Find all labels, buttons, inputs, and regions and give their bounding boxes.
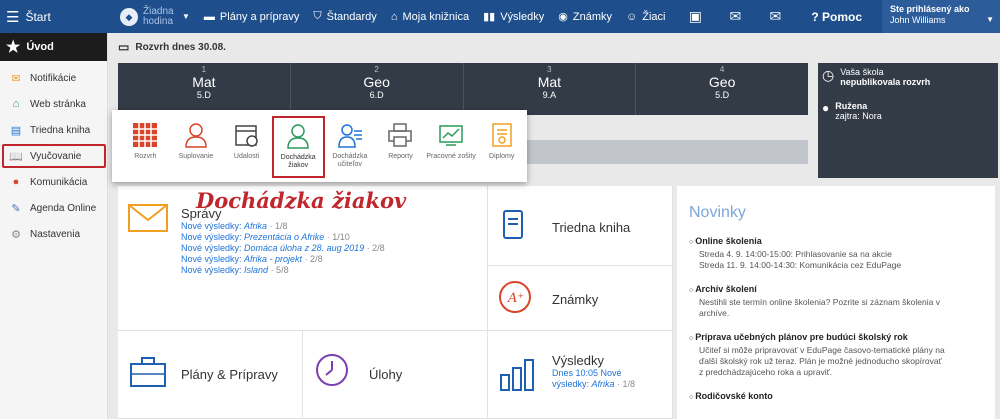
clock-icon — [316, 354, 348, 386]
briefcase-icon — [130, 357, 166, 387]
highlight-box — [2, 144, 106, 168]
callout-annotation: Dochádzka žiakov — [196, 188, 407, 213]
chevron-down-icon: ▼ — [986, 15, 994, 24]
top-navbar: ☰ Štart ◆ Žiadna hodina ▼ ▬ Plány a prípr… — [0, 0, 1000, 33]
help-button[interactable]: ? Pomoc — [811, 10, 862, 24]
substitute-person-icon — [185, 123, 207, 148]
chart-board-icon — [439, 125, 463, 146]
chat-icon[interactable]: ✉ — [715, 8, 755, 25]
popup-item-events[interactable]: Udalosti — [221, 110, 272, 182]
sidebar-item-home[interactable]: ★ Úvod — [0, 33, 107, 61]
nav-standards[interactable]: ⛉ Štandardy — [313, 10, 376, 23]
schedule-strip: 1 Mat 5.D 2 Geo 6.D 3 Mat 9.A 4 Geo 5.D — [118, 63, 808, 115]
teacher-person-icon — [338, 124, 362, 148]
envelope-icon — [128, 204, 168, 232]
news-panel: Novinky Online školeniaStreda 4. 9. 14:0… — [677, 186, 995, 419]
schedule-lesson[interactable]: 4 Geo 5.D — [636, 63, 808, 115]
students-icon: ☺ — [625, 10, 638, 23]
screen-icon[interactable]: ▣ — [675, 8, 715, 25]
schedule-lesson[interactable]: 2 Geo 6.D — [291, 63, 464, 115]
sidebar-item-notifications[interactable]: ✉ Notifikácie — [0, 65, 107, 91]
teaching-popup-menu: Rozvrh Suplovanie Udalosti Dochádzka žia… — [112, 110, 527, 182]
result-link[interactable]: Nové výsledky: Afrika · 1/8 — [181, 221, 385, 232]
popup-item-timetable[interactable]: Rozvrh — [120, 110, 171, 182]
news-item[interactable]: Online školeniaStreda 4. 9. 14:00-15:00:… — [689, 236, 983, 271]
schedule-lesson[interactable]: 1 Mat 5.D — [118, 63, 291, 115]
library-icon: ⌂ — [390, 10, 398, 23]
schedule-side-panel: ◷ Vaša škola nepublikovala rozvrh ● Ružena z… — [818, 63, 998, 178]
pencil-icon: ✎ — [11, 202, 21, 215]
calendar-icon: ▭ — [118, 40, 130, 54]
bar-chart-icon: ▮▮ — [483, 11, 496, 23]
nav-grades[interactable]: ◉ Známky — [558, 10, 612, 24]
sidebar-item-communication[interactable]: ● Komunikácia — [0, 169, 107, 195]
sidebar: ★ Úvod ✉ Notifikácie ⌂ Web stránka ▤ Triedn… — [0, 33, 108, 419]
sidebar-item-settings[interactable]: ⚙ Nastavenia — [0, 221, 107, 247]
gear-icon: ⚙ — [11, 228, 21, 241]
tile-classbook[interactable]: Triedna kniha — [488, 186, 673, 266]
popup-item-teacher-attendance[interactable]: Dochádzka učiteľov — [325, 110, 376, 182]
book-icon: ▤ — [10, 124, 22, 137]
lesson-selector[interactable]: ◆ Žiadna hodina ▼ — [120, 5, 190, 27]
popup-item-student-attendance[interactable]: Dochádzka žiakov — [271, 116, 325, 178]
schedule-heading: ▭ Rozvrh dnes 30.08. — [118, 40, 226, 54]
result-link[interactable]: výsledky: Afrika · 1/8 — [552, 379, 635, 390]
star-icon: ★ — [6, 39, 21, 56]
nav-plans[interactable]: ▬ Plány a prípravy — [204, 11, 299, 23]
sidebar-item-website[interactable]: ⌂ Web stránka — [0, 91, 107, 117]
chat-bubbles-icon: ● — [12, 176, 20, 188]
clock-icon: ◷ — [822, 67, 835, 83]
student-person-icon — [287, 124, 309, 149]
nav-library[interactable]: ⌂ Moja knižnica — [391, 11, 469, 23]
shield-icon: ⛉ — [313, 10, 322, 22]
schedule-lesson[interactable]: 3 Mat 9.A — [464, 63, 637, 115]
mail-icon[interactable]: ✉ — [755, 8, 795, 25]
nav-students[interactable]: ☺ Žiaci — [626, 11, 665, 23]
calendar-clock-icon — [234, 125, 258, 147]
person-icon: ● — [822, 101, 830, 115]
hamburger-icon: ☰ — [6, 8, 20, 26]
nav-results[interactable]: ▮▮ Výsledky — [483, 10, 544, 24]
sidebar-item-teaching[interactable]: 📖 Vyučovanie — [0, 143, 107, 169]
dashboard-tiles: Správy Nové výsledky: Afrika · 1/8 Nové … — [118, 186, 673, 419]
result-link[interactable]: Nové výsledky: Island · 5/8 — [181, 265, 385, 276]
printer-icon — [388, 123, 413, 147]
result-link[interactable]: Nové výsledky: Domáca úloha z 28. aug 20… — [181, 243, 385, 254]
grade-badge-icon: ◉ — [558, 11, 568, 23]
news-item[interactable]: Príprava učebných plánov pre budúci škol… — [689, 332, 983, 378]
tile-tasks[interactable]: Úlohy — [303, 331, 488, 419]
news-item[interactable]: Archív školeníNestihli ste termín online… — [689, 284, 983, 319]
start-menu-button[interactable]: ☰ Štart — [0, 0, 112, 33]
svg-text:A⁺: A⁺ — [507, 291, 524, 306]
diploma-icon — [491, 123, 512, 147]
grade-badge-icon: A⁺ — [499, 281, 531, 313]
tile-results[interactable]: Výsledky Dnes 10:05 Nové výsledky: Afrik… — [488, 331, 673, 419]
popup-item-workbooks[interactable]: Pracovné zošity — [426, 110, 477, 182]
popup-item-diplomas[interactable]: Diplomy — [476, 110, 527, 182]
bar-chart-icon — [500, 359, 534, 391]
result-link[interactable]: Nové výsledky: Afrika - projekt · 2/8 — [181, 254, 385, 265]
sidebar-item-agenda[interactable]: ✎ Agenda Online — [0, 195, 107, 221]
folder-icon: ▬ — [203, 10, 215, 23]
timetable-grid-icon — [133, 123, 158, 147]
home-icon: ⌂ — [12, 98, 20, 110]
notebook-icon — [503, 210, 523, 239]
sidebar-item-classbook[interactable]: ▤ Triedna kniha — [0, 117, 107, 143]
tile-plans[interactable]: Plány & Prípravy — [118, 331, 303, 419]
result-link[interactable]: Nové výsledky: Prezentácia o Afrike · 1/… — [181, 232, 385, 243]
news-item[interactable]: Rodičovské konto — [689, 391, 983, 401]
chevron-down-icon: ▼ — [182, 11, 190, 21]
user-menu[interactable]: Ste prihlásený ako John Williams ▼ — [882, 0, 1000, 33]
envelope-icon: ✉ — [11, 72, 21, 85]
graduation-cap-icon: ◆ — [120, 7, 138, 26]
lesson-selector-label: Žiadna hodina — [143, 5, 174, 27]
tile-grades[interactable]: A⁺ Známky — [488, 266, 673, 331]
popup-item-reports[interactable]: Reporty — [375, 110, 426, 182]
news-title: Novinky — [689, 204, 746, 221]
popup-item-substitution[interactable]: Suplovanie — [171, 110, 222, 182]
